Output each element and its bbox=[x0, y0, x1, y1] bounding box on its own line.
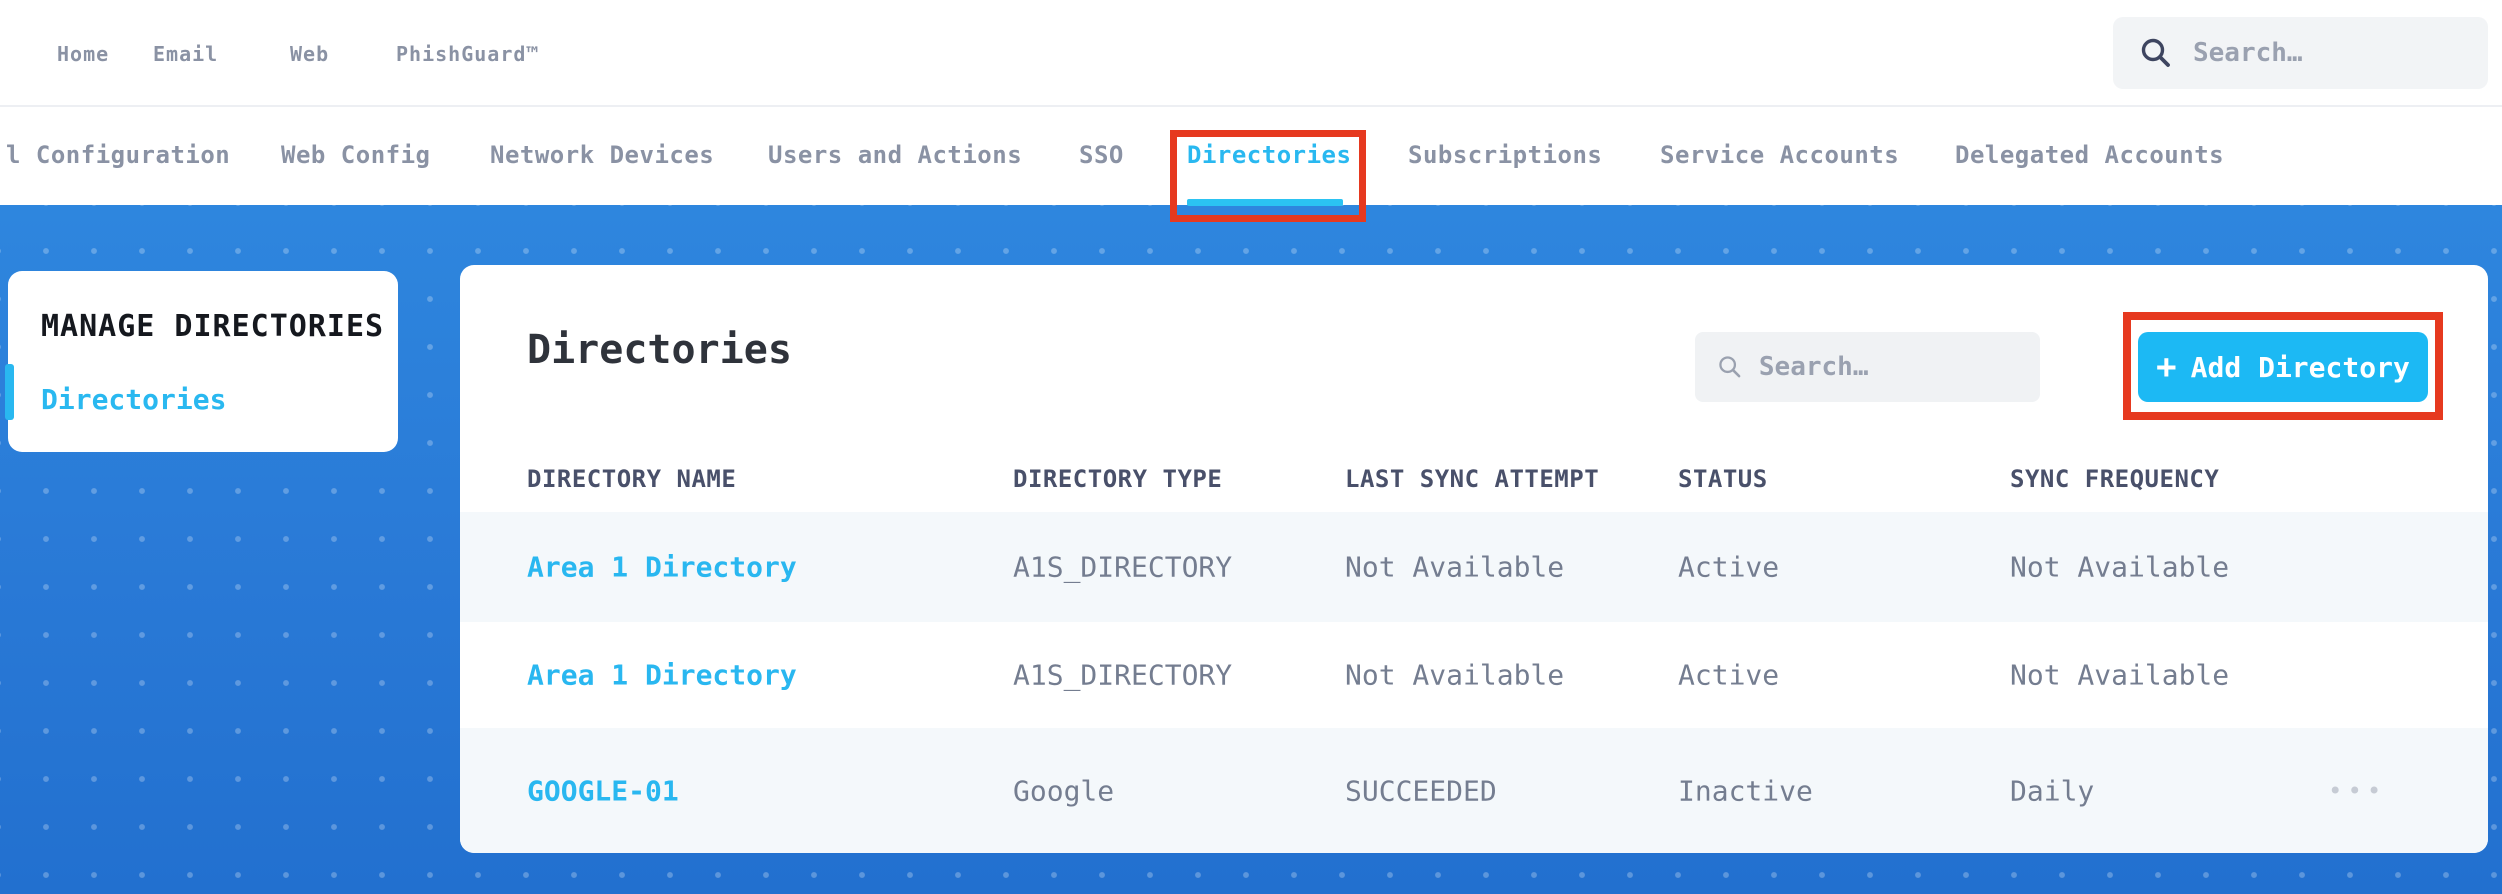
table-header-row: DIRECTORY NAME DIRECTORY TYPE LAST SYNC … bbox=[460, 465, 2488, 512]
sidebar-item-directories[interactable]: Directories bbox=[41, 383, 226, 416]
topnav-item-email[interactable]: Email bbox=[153, 42, 218, 66]
top-bar: Home Email Web PhishGuard™ bbox=[0, 0, 2502, 107]
directories-search-box[interactable] bbox=[1695, 332, 2040, 402]
tab-delegated-accounts[interactable]: Delegated Accounts bbox=[1955, 141, 2224, 169]
sync-frequency-cell: Not Available bbox=[2010, 658, 2230, 692]
table-row: Area 1 Directory A1S_DIRECTORY Not Avail… bbox=[460, 512, 2488, 622]
column-header-directory-type: DIRECTORY TYPE bbox=[1013, 465, 1223, 493]
column-header-sync-frequency: SYNC FREQUENCY bbox=[2010, 465, 2220, 493]
tab-email-configuration[interactable]: l Configuration bbox=[6, 141, 230, 169]
plus-icon: + bbox=[2156, 347, 2177, 387]
status-cell: Active bbox=[1678, 658, 1780, 692]
directory-type-cell: Google bbox=[1013, 774, 1115, 807]
tab-service-accounts[interactable]: Service Accounts bbox=[1660, 141, 1899, 169]
topnav-item-home[interactable]: Home bbox=[57, 42, 109, 66]
column-header-directory-name: DIRECTORY NAME bbox=[527, 465, 737, 493]
sync-frequency-cell: Daily bbox=[2010, 774, 2095, 807]
column-header-last-sync-attempt: LAST SYNC ATTEMPT bbox=[1345, 465, 1600, 493]
global-search-box[interactable] bbox=[2113, 17, 2488, 89]
page-title: Directories bbox=[527, 327, 792, 373]
settings-tab-bar: l Configuration Web Config Network Devic… bbox=[0, 107, 2502, 206]
directory-name-link[interactable]: GOOGLE-01 bbox=[527, 774, 679, 807]
tab-web-config[interactable]: Web Config bbox=[281, 141, 431, 169]
tab-sso[interactable]: SSO bbox=[1079, 141, 1124, 169]
app-window: Home Email Web PhishGuard™ l Configurati… bbox=[0, 0, 2502, 894]
tab-network-devices[interactable]: Network Devices bbox=[490, 141, 714, 169]
status-cell: Active bbox=[1678, 550, 1780, 584]
add-directory-label: Add Directory bbox=[2190, 350, 2410, 384]
last-sync-cell: Not Available bbox=[1345, 658, 1565, 692]
topnav-item-web[interactable]: Web bbox=[290, 42, 329, 66]
directory-name-link[interactable]: Area 1 Directory bbox=[527, 659, 797, 692]
last-sync-cell: SUCCEEDED bbox=[1345, 774, 1497, 807]
tab-subscriptions[interactable]: Subscriptions bbox=[1408, 141, 1602, 169]
search-icon bbox=[1719, 356, 1741, 378]
search-icon bbox=[2141, 38, 2170, 67]
sync-frequency-cell: Not Available bbox=[2010, 550, 2230, 584]
manage-directories-card: MANAGE DIRECTORIES Directories bbox=[5, 271, 398, 452]
tab-directories[interactable]: Directories bbox=[1187, 141, 1351, 169]
table-row: Area 1 Directory A1S_DIRECTORY Not Avail… bbox=[460, 622, 2488, 728]
topnav-item-phishguard[interactable]: PhishGuard™ bbox=[396, 42, 539, 66]
directory-type-cell: A1S_DIRECTORY bbox=[1013, 658, 1233, 692]
row-actions-menu-icon[interactable]: ••• bbox=[2328, 777, 2386, 805]
directories-panel: Directories + Add Directory DIRECTORY NA… bbox=[460, 265, 2488, 853]
column-header-status: STATUS bbox=[1678, 465, 1768, 493]
directories-search-input[interactable] bbox=[1758, 352, 2024, 382]
table-row: GOOGLE-01 Google SUCCEEDED Inactive Dail… bbox=[460, 728, 2488, 853]
sidebar-heading: MANAGE DIRECTORIES bbox=[41, 309, 385, 344]
last-sync-cell: Not Available bbox=[1345, 550, 1565, 584]
sidebar-active-indicator bbox=[5, 364, 14, 420]
active-tab-underline bbox=[1187, 199, 1343, 206]
directory-type-cell: A1S_DIRECTORY bbox=[1013, 550, 1233, 584]
status-cell: Inactive bbox=[1678, 774, 1813, 807]
tab-users-and-actions[interactable]: Users and Actions bbox=[768, 141, 1022, 169]
global-search-input[interactable] bbox=[2193, 38, 2468, 68]
add-directory-button[interactable]: + Add Directory bbox=[2138, 332, 2428, 402]
directory-name-link[interactable]: Area 1 Directory bbox=[527, 551, 797, 584]
